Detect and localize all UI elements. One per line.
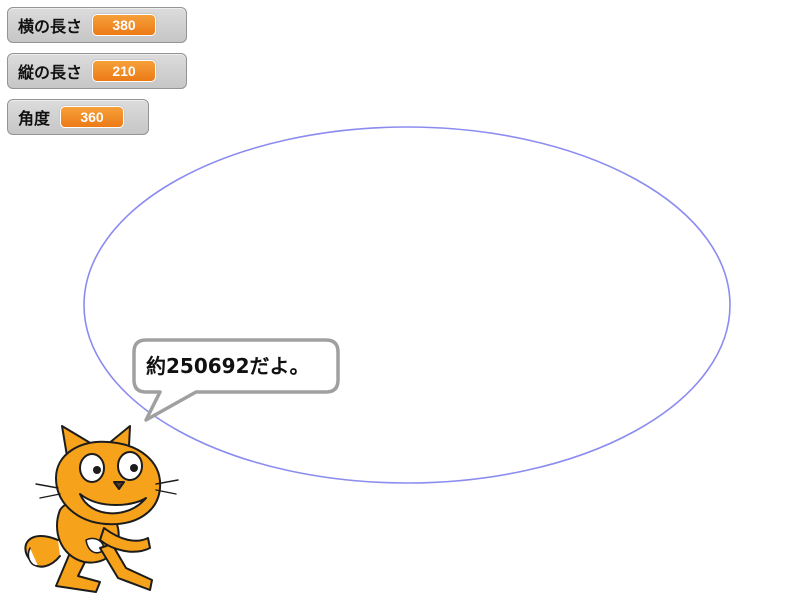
stage[interactable]: 横の長さ 380 縦の長さ 210 角度 360 約250692だよ。 [0,0,800,600]
scratch-cat-icon[interactable] [24,425,179,593]
stage-canvas [24,126,731,593]
pen-drawn-ellipse [83,126,731,484]
speech-bubble-text: 約250692だよ。 [146,354,310,378]
